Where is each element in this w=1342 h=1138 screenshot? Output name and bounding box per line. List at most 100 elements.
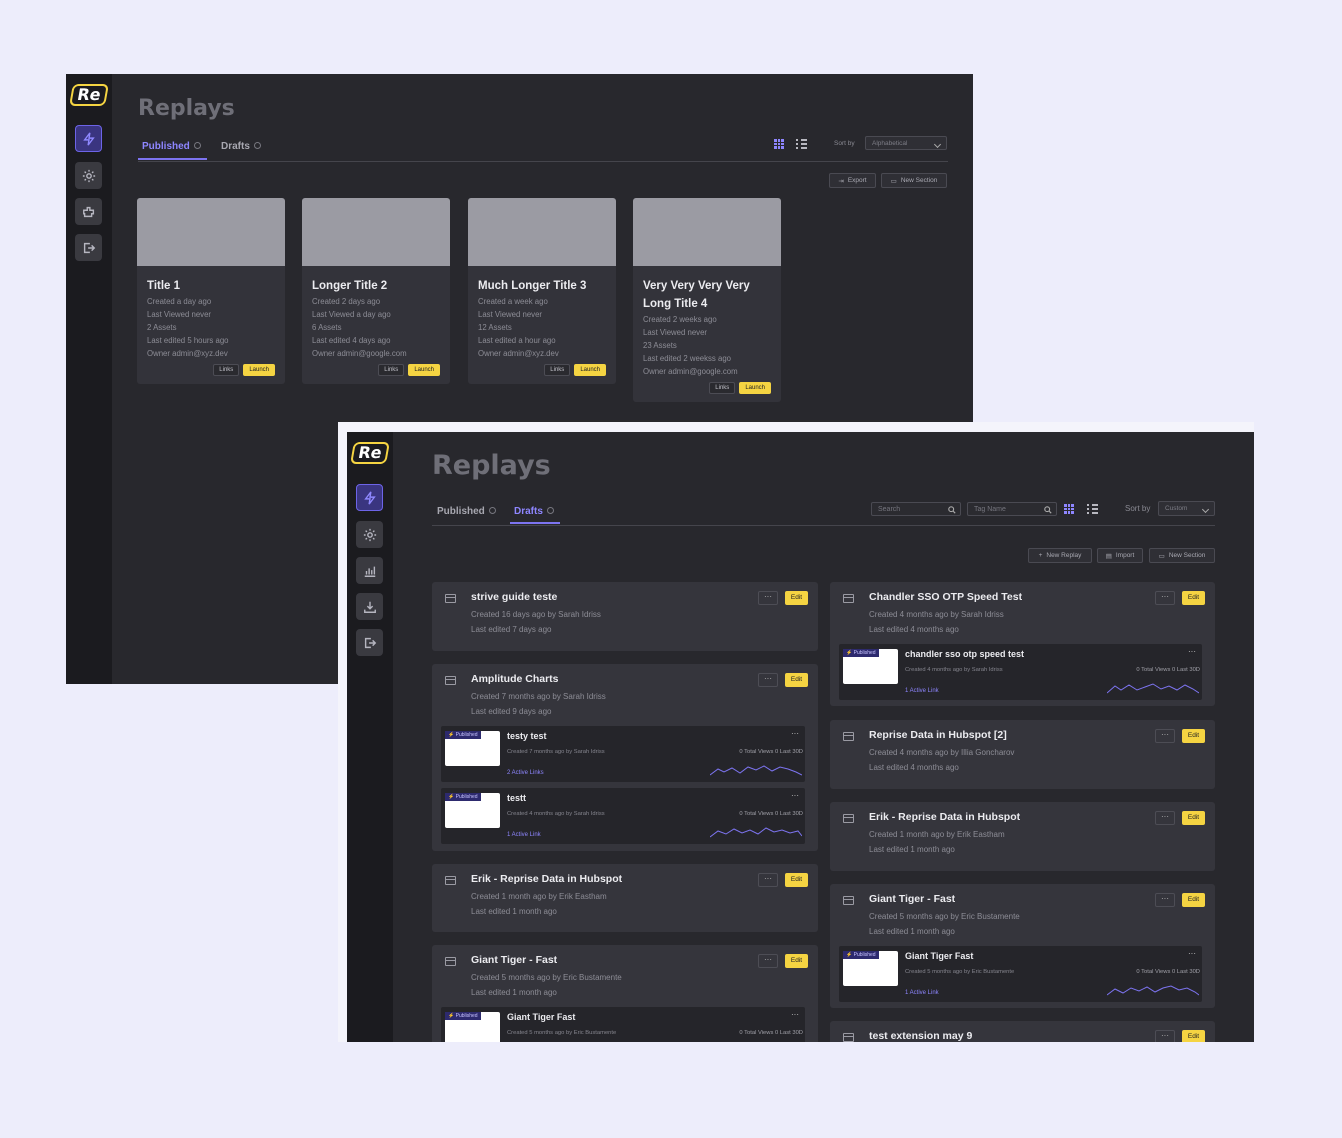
folder-icon	[843, 732, 854, 741]
section-panel[interactable]: test extension may 9 ··· Edit	[830, 1021, 1215, 1042]
reprise-logo[interactable]: Re	[69, 84, 109, 106]
edit-button[interactable]: Edit	[1182, 591, 1205, 605]
edit-button[interactable]: Edit	[785, 873, 808, 887]
new-section-button[interactable]: ▭ New Section	[1149, 548, 1215, 563]
active-links[interactable]: 1 Active Link	[905, 990, 939, 996]
more-button[interactable]: ···	[758, 954, 778, 968]
more-button[interactable]: ···	[1155, 1030, 1175, 1042]
grid-view-icon[interactable]	[1064, 504, 1074, 514]
tab-published[interactable]: Published	[142, 141, 201, 152]
card-meta: Last edited 5 hours ago	[147, 336, 229, 345]
section-panel[interactable]: Reprise Data in Hubspot [2] Created 4 mo…	[830, 720, 1215, 789]
more-icon[interactable]: ···	[791, 729, 799, 738]
launch-button[interactable]: Launch	[243, 364, 275, 376]
grid-view-icon[interactable]	[774, 139, 784, 149]
section-title: Chandler SSO OTP Speed Test	[869, 591, 1023, 603]
replay-row[interactable]: ⚡ Published testt Created 4 months ago b…	[441, 788, 805, 844]
edit-button[interactable]: Edit	[785, 591, 808, 605]
import-button[interactable]: ▤ Import	[1097, 548, 1143, 563]
section-panel[interactable]: Amplitude Charts Created 7 months ago by…	[432, 664, 818, 851]
edit-button[interactable]: Edit	[1182, 1030, 1205, 1042]
more-button[interactable]: ···	[758, 673, 778, 687]
folder-icon	[445, 957, 456, 966]
tab-drafts[interactable]: Drafts	[514, 506, 554, 517]
new-section-button[interactable]: ▭ New Section	[881, 173, 947, 188]
settings-nav-icon[interactable]	[75, 162, 102, 189]
reprise-logo[interactable]: Re	[350, 442, 390, 464]
more-icon[interactable]: ···	[791, 1010, 799, 1019]
edit-button[interactable]: Edit	[785, 954, 808, 968]
integrations-nav-icon[interactable]	[75, 198, 102, 225]
analytics-nav-icon[interactable]	[356, 557, 383, 584]
drafts-window: Re Replays Published Drafts Search Tag N…	[347, 432, 1254, 1042]
tag-name-input[interactable]: Tag Name	[967, 502, 1057, 516]
active-links[interactable]: 1 Active Link	[507, 832, 541, 838]
launch-button[interactable]: Launch	[739, 382, 771, 394]
replay-card[interactable]: Much Longer Title 3 Created a week ago L…	[468, 198, 616, 384]
replay-meta: Created 5 months ago by Eric Bustamente	[507, 1030, 617, 1036]
more-button[interactable]: ···	[758, 591, 778, 605]
section-edited: Last edited 1 month ago	[471, 988, 557, 997]
replays-nav-icon[interactable]	[75, 125, 102, 152]
section-panel[interactable]: Chandler SSO OTP Speed Test Created 4 mo…	[830, 582, 1215, 706]
logout-nav-icon[interactable]	[75, 234, 102, 261]
more-button[interactable]: ···	[1155, 893, 1175, 907]
more-button[interactable]: ···	[1155, 591, 1175, 605]
section-panel[interactable]: Erik - Reprise Data in Hubspot Created 1…	[432, 864, 818, 932]
section-panel[interactable]: Erik - Reprise Data in Hubspot Created 1…	[830, 802, 1215, 871]
replay-row[interactable]: ⚡ Published testy test Created 7 months …	[441, 726, 805, 782]
section-title: Giant Tiger - Fast	[471, 954, 558, 966]
replay-row[interactable]: ⚡ Published Giant Tiger Fast Created 5 m…	[839, 946, 1202, 1002]
card-title: Longer Title 2	[312, 280, 388, 292]
more-button[interactable]: ···	[758, 873, 778, 887]
more-button[interactable]: ···	[1155, 729, 1175, 743]
more-icon[interactable]: ···	[1188, 647, 1196, 656]
launch-button[interactable]: Launch	[408, 364, 440, 376]
sort-select[interactable]: Alphabetical	[865, 136, 947, 150]
edit-button[interactable]: Edit	[785, 673, 808, 687]
card-title: Very Very Very Very Long Title 4	[643, 280, 750, 310]
new-replay-button[interactable]: + New Replay	[1028, 548, 1092, 563]
list-view-icon[interactable]	[796, 139, 807, 149]
replay-row[interactable]: ⚡ Published Giant Tiger Fast Created 5 m…	[441, 1007, 805, 1042]
logout-nav-icon[interactable]	[356, 629, 383, 656]
list-view-icon[interactable]	[1087, 504, 1098, 514]
links-button[interactable]: Links	[378, 364, 405, 376]
card-meta: Created a day ago	[147, 297, 212, 306]
folder-icon	[445, 876, 456, 885]
more-icon[interactable]: ···	[1188, 949, 1196, 958]
published-badge: ⚡ Published	[445, 793, 481, 801]
export-button[interactable]: ⇥ Export	[829, 173, 876, 188]
search-input[interactable]: Search	[871, 502, 961, 516]
more-icon[interactable]: ···	[791, 791, 799, 800]
replay-card[interactable]: Title 1 Created a day ago Last Viewed ne…	[137, 198, 285, 384]
section-created: Created 5 months ago by Eric Bustamente	[471, 973, 622, 982]
more-button[interactable]: ···	[1155, 811, 1175, 825]
tab-drafts[interactable]: Drafts	[221, 141, 261, 152]
replay-card[interactable]: Longer Title 2 Created 2 days ago Last V…	[302, 198, 450, 384]
card-thumbnail	[468, 198, 616, 266]
active-links[interactable]: 2 Active Links	[507, 770, 544, 776]
replays-nav-icon[interactable]	[356, 484, 383, 511]
replay-row[interactable]: ⚡ Published chandler sso otp speed test …	[839, 644, 1202, 700]
links-button[interactable]: Links	[544, 364, 571, 376]
active-links[interactable]: 1 Active Link	[905, 688, 939, 694]
section-panel[interactable]: strive guide teste Created 16 days ago b…	[432, 582, 818, 651]
page-title: Replays	[432, 450, 551, 481]
edit-button[interactable]: Edit	[1182, 811, 1205, 825]
section-panel[interactable]: Giant Tiger - Fast Created 5 months ago …	[432, 945, 818, 1042]
replay-card[interactable]: Very Very Very Very Long Title 4 Created…	[633, 198, 781, 402]
section-panel[interactable]: Giant Tiger - Fast Created 5 months ago …	[830, 884, 1215, 1008]
tab-published[interactable]: Published	[437, 506, 496, 517]
card-meta: Owner admin@google.com	[312, 349, 407, 358]
section-edited: Last edited 1 month ago	[869, 845, 955, 854]
edit-button[interactable]: Edit	[1182, 729, 1205, 743]
launch-button[interactable]: Launch	[574, 364, 606, 376]
settings-nav-icon[interactable]	[356, 521, 383, 548]
active-tab-indicator	[510, 522, 560, 524]
links-button[interactable]: Links	[213, 364, 240, 376]
edit-button[interactable]: Edit	[1182, 893, 1205, 907]
sort-select[interactable]: Custom	[1158, 501, 1215, 516]
download-nav-icon[interactable]	[356, 593, 383, 620]
links-button[interactable]: Links	[709, 382, 736, 394]
